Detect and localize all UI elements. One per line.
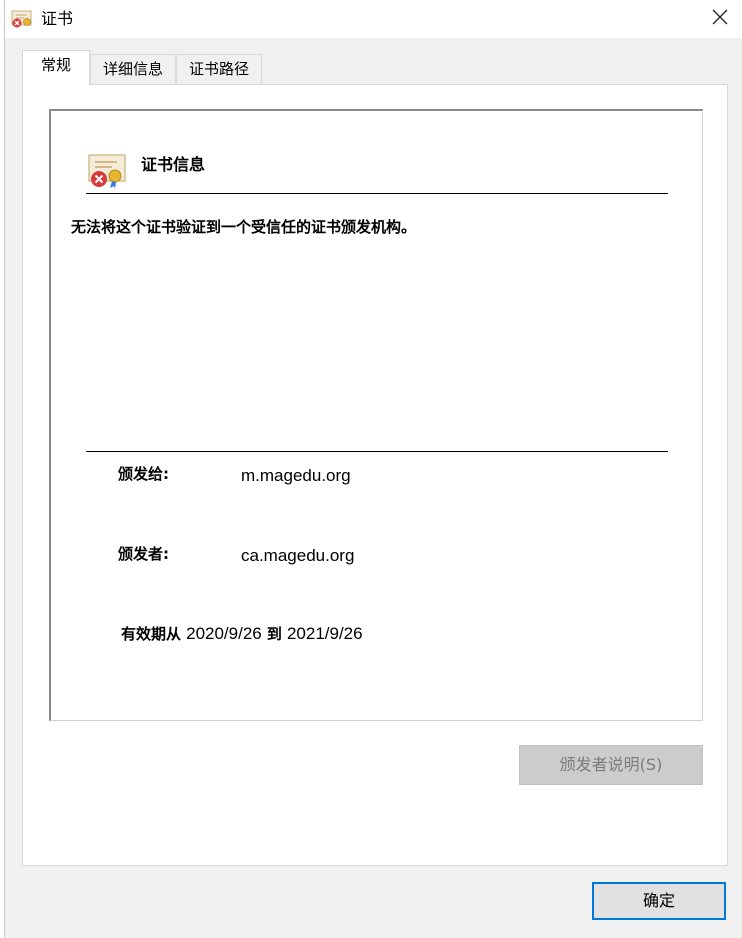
tab-details[interactable]: 详细信息 [90, 54, 176, 84]
window-title: 证书 [41, 9, 74, 28]
valid-from-value: 2020/9/26 [186, 624, 262, 643]
divider [86, 451, 668, 452]
close-icon [712, 9, 728, 29]
issued-to-value: m.magedu.org [241, 466, 351, 485]
certificate-info-heading: 证书信息 [141, 155, 206, 174]
valid-to-label: 到 [266, 625, 282, 643]
valid-to-value: 2021/9/26 [286, 624, 363, 643]
issuer-statement-button[interactable]: 颁发者说明(S) [519, 745, 703, 785]
issued-by-value: ca.magedu.org [241, 546, 355, 565]
validity-period: 有效期从 2020/9/26 到 2021/9/26 [121, 623, 363, 645]
valid-from-label: 有效期从 [121, 625, 182, 643]
close-button[interactable] [697, 0, 742, 38]
certificate-info-box: 证书信息 无法将这个证书验证到一个受信任的证书颁发机构。 颁发给: m.mage… [49, 109, 703, 721]
certificate-error-icon [11, 9, 33, 29]
certificate-error-icon [86, 151, 128, 191]
tab-general[interactable]: 常规 [22, 50, 90, 85]
certificate-dialog: 证书 常规 详细信息 证书路径 证书信息 无法将这个证书验证到一个受信任的证书颁… [4, 0, 742, 938]
ok-button[interactable]: 确定 [592, 882, 726, 920]
issued-by-label: 颁发者: [118, 545, 169, 563]
general-tab-panel: 证书信息 无法将这个证书验证到一个受信任的证书颁发机构。 颁发给: m.mage… [22, 84, 728, 866]
verification-warning: 无法将这个证书验证到一个受信任的证书颁发机构。 [71, 218, 417, 236]
issued-to-label: 颁发给: [118, 465, 169, 483]
tab-certification-path[interactable]: 证书路径 [176, 54, 262, 84]
divider [86, 193, 668, 194]
title-bar: 证书 [5, 0, 742, 38]
